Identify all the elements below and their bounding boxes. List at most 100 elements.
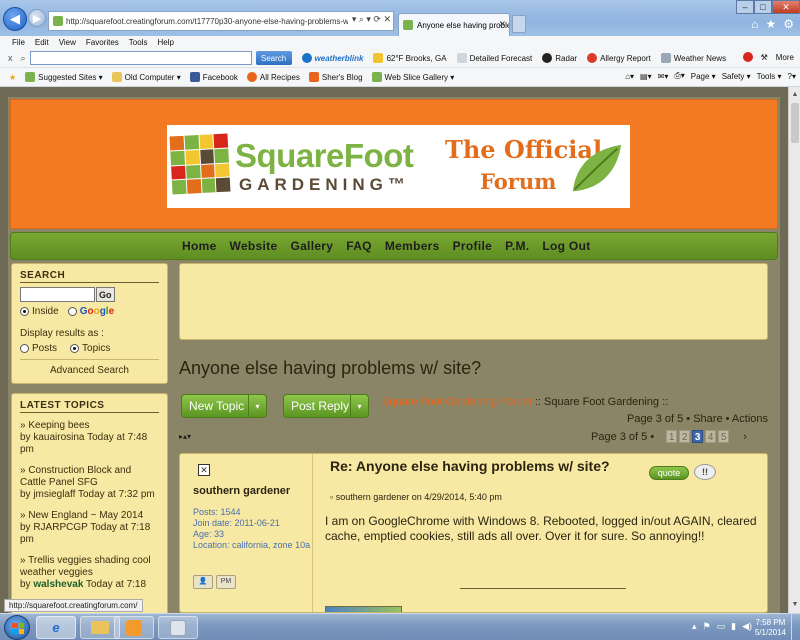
- chevron-down-icon[interactable]: ▾: [248, 395, 266, 417]
- media-player-taskbar-button[interactable]: [114, 616, 154, 639]
- report-button[interactable]: !!: [694, 464, 716, 480]
- latest-topic-item[interactable]: » New England ~ May 2014 by RJARPCGP Tod…: [20, 510, 159, 546]
- latest-topic-item[interactable]: » Keeping bees by kauairosina Today at 7…: [20, 420, 159, 456]
- toolbar-search-button[interactable]: Search: [255, 51, 292, 65]
- breadcrumb-forum-link[interactable]: Square Foot Gardening Forum: [382, 396, 532, 408]
- back-button[interactable]: ◀: [3, 7, 27, 31]
- tab-close-icon[interactable]: ✕: [498, 19, 506, 30]
- chevron-down-icon[interactable]: ▾: [350, 395, 368, 417]
- radar-link[interactable]: Radar: [542, 53, 577, 63]
- nav-gallery[interactable]: Gallery: [290, 239, 333, 253]
- vertical-scrollbar[interactable]: ▲ ▼: [788, 87, 800, 613]
- tools-menu[interactable]: Tools ▾: [757, 72, 782, 81]
- monitor-icon[interactable]: ▭: [717, 621, 726, 632]
- wrench-icon[interactable]: ⚒: [761, 53, 768, 62]
- fav-suggested-sites[interactable]: Suggested Sites ▾: [25, 72, 103, 82]
- menu-edit[interactable]: Edit: [35, 38, 49, 47]
- network-icon[interactable]: ▮: [731, 621, 736, 632]
- print-icon[interactable]: ⎙▾: [674, 71, 684, 81]
- volume-icon[interactable]: ◀): [742, 621, 752, 632]
- menu-view[interactable]: View: [59, 38, 76, 47]
- post-reply-button[interactable]: Post Reply ▾: [283, 394, 369, 418]
- toolbar-search-input[interactable]: [29, 51, 252, 65]
- fav-facebook[interactable]: Facebook: [189, 72, 238, 82]
- page-4-link[interactable]: 4: [705, 430, 717, 443]
- posts-radio[interactable]: [20, 344, 29, 353]
- mail-icon[interactable]: ✉▾: [658, 72, 669, 81]
- latest-topic-item[interactable]: » Trellis veggies shading cool weather v…: [20, 555, 159, 591]
- ie-taskbar-button[interactable]: e: [36, 616, 76, 639]
- scroll-down-icon[interactable]: ▼: [790, 600, 800, 610]
- advanced-search-link[interactable]: Advanced Search: [20, 359, 159, 376]
- ask-icon[interactable]: [742, 52, 753, 62]
- home-page-icon[interactable]: ⌂▾: [625, 72, 634, 81]
- settings-gear-icon[interactable]: ⚙: [783, 17, 794, 31]
- breadcrumb-rest[interactable]: :: Square Foot Gardening ::: [535, 396, 668, 408]
- page-menu[interactable]: Page ▾: [691, 72, 716, 81]
- google-radio[interactable]: [67, 307, 77, 316]
- nav-profile[interactable]: Profile: [453, 239, 492, 253]
- next-page-icon[interactable]: ›: [743, 431, 747, 443]
- topics-radio[interactable]: [70, 344, 80, 353]
- post-author[interactable]: southern gardener: [193, 485, 290, 497]
- fav-web-slice-gallery[interactable]: Web Slice Gallery ▾: [371, 72, 454, 82]
- new-topic-button[interactable]: New Topic ▾: [181, 394, 267, 418]
- menu-file[interactable]: File: [12, 38, 25, 47]
- menu-help[interactable]: Help: [157, 38, 173, 47]
- clock[interactable]: 7:58 PM 5/1/2014: [755, 618, 786, 638]
- weather-news-link[interactable]: Weather News: [660, 53, 726, 63]
- address-controls-icon[interactable]: ▾ ⌕ ▾ ⟳ ✕: [347, 14, 391, 25]
- page-info-actions[interactable]: Page 3 of 5 • Share • Actions: [627, 413, 768, 425]
- scroll-thumb[interactable]: [791, 103, 799, 143]
- minimize-button[interactable]: –: [736, 0, 754, 14]
- forecast-link[interactable]: Detailed Forecast: [456, 53, 532, 63]
- toolbar-close-icon[interactable]: x: [8, 53, 13, 63]
- flag-icon[interactable]: ⚑: [703, 621, 711, 632]
- weather-link[interactable]: 62°F Brooks, GA: [373, 53, 447, 63]
- forum-search-input[interactable]: [20, 287, 95, 302]
- broken-avatar-icon[interactable]: ✕: [198, 464, 210, 476]
- safety-menu[interactable]: Safety ▾: [722, 72, 751, 81]
- close-window-button[interactable]: ✕: [772, 0, 800, 14]
- page-2-link[interactable]: 2: [679, 430, 691, 443]
- nav-home[interactable]: Home: [182, 239, 217, 253]
- nav-members[interactable]: Members: [385, 239, 440, 253]
- feeds-icon[interactable]: ▤▾: [640, 72, 652, 81]
- favorites-star-icon[interactable]: ★: [9, 73, 16, 82]
- page-5-link[interactable]: 5: [718, 430, 730, 443]
- profile-icon[interactable]: 👤: [193, 575, 213, 589]
- nav-logout[interactable]: Log Out: [542, 239, 590, 253]
- show-desktop-button[interactable]: [791, 614, 800, 640]
- more-link[interactable]: More: [776, 53, 794, 62]
- quote-button[interactable]: quote: [649, 466, 689, 480]
- forum-logo[interactable]: SquareFoot GARDENING™ The Official Forum: [167, 125, 630, 208]
- private-message-icon[interactable]: PM: [216, 575, 236, 589]
- scroll-up-icon[interactable]: ▲: [790, 90, 800, 100]
- menu-tools[interactable]: Tools: [129, 38, 148, 47]
- start-button[interactable]: [4, 615, 30, 640]
- program-taskbar-button[interactable]: [158, 616, 198, 639]
- sort-arrows-icon[interactable]: ▸▴▾: [179, 432, 191, 441]
- latest-topic-item[interactable]: » Construction Block and Cattle Panel SF…: [20, 465, 159, 501]
- help-icon[interactable]: ?▾: [788, 72, 796, 81]
- inside-radio[interactable]: [20, 307, 29, 316]
- allergy-link[interactable]: Allergy Report: [587, 53, 651, 63]
- weatherblink-link[interactable]: weatherblink: [301, 53, 363, 63]
- forward-button[interactable]: ▶: [28, 9, 46, 27]
- tray-arrow-icon[interactable]: ▴: [692, 621, 697, 632]
- nav-website[interactable]: Website: [230, 239, 278, 253]
- page-1-link[interactable]: 1: [666, 430, 678, 443]
- maximize-button[interactable]: □: [754, 0, 772, 14]
- nav-faq[interactable]: FAQ: [346, 239, 372, 253]
- nav-pm[interactable]: P.M.: [505, 239, 529, 253]
- favorites-star-icon[interactable]: ★: [765, 17, 776, 31]
- address-bar[interactable]: http://squarefoot.creatingforum.com/t177…: [48, 11, 394, 31]
- fav-old-computer[interactable]: Old Computer ▾: [111, 72, 181, 82]
- fav-shers-blog[interactable]: Sher's Blog: [308, 72, 363, 82]
- go-button[interactable]: Go: [96, 287, 115, 302]
- new-tab-button[interactable]: [512, 15, 526, 33]
- fav-all-recipes[interactable]: All Recipes: [246, 72, 300, 82]
- home-icon[interactable]: ⌂: [751, 17, 758, 31]
- browser-tab[interactable]: Anyone else having proble... ✕: [398, 13, 510, 36]
- menu-favorites[interactable]: Favorites: [86, 38, 119, 47]
